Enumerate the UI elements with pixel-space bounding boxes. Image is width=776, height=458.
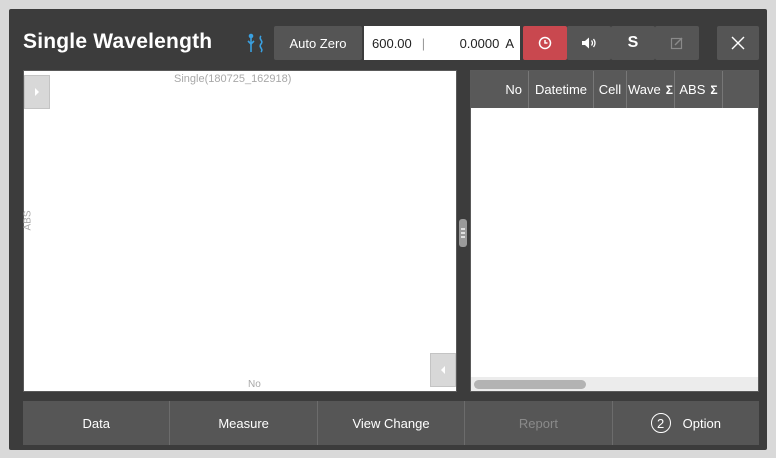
timer-button[interactable] [523, 26, 567, 60]
sigma-icon: Σ [710, 82, 718, 97]
column-header-partial[interactable] [723, 71, 758, 108]
results-table: No Datetime Cell Wave Σ ABS Σ [470, 70, 759, 392]
data-button[interactable]: Data [23, 401, 171, 445]
close-icon [731, 36, 745, 50]
bottom-toolbar: Data Measure View Change Report 2 Option [23, 401, 760, 445]
app-window: Single Wavelength Auto Zero 600.00 | 0.0… [9, 9, 767, 450]
chart-area[interactable]: Single(180725_162918) ABS No [23, 70, 457, 392]
option-number-badge: 2 [650, 413, 671, 433]
column-header-abs[interactable]: ABS Σ [675, 71, 723, 108]
measure-button[interactable]: Measure [170, 401, 318, 445]
table-header: No Datetime Cell Wave Σ ABS Σ [471, 71, 758, 108]
absorbance-readout: 0.0000 A [440, 26, 520, 60]
edit-button[interactable] [655, 26, 699, 60]
text-cursor: | [421, 35, 426, 51]
y-axis-label: ABS [22, 210, 34, 231]
expand-panel-button[interactable] [24, 75, 50, 109]
expand-arrow-icon [35, 88, 39, 96]
collapse-panel-button[interactable] [430, 353, 456, 387]
scrollbar-thumb[interactable] [474, 380, 586, 389]
column-header-no[interactable]: No [471, 71, 529, 108]
page-title: Single Wavelength [23, 30, 213, 53]
panel-splitter-handle[interactable] [459, 219, 467, 247]
x-axis-label: No [248, 379, 261, 390]
wavelength-value: 600.00 [372, 35, 412, 51]
absorbance-unit: A [505, 35, 514, 51]
option-button[interactable]: 2 Option [612, 401, 760, 445]
edit-icon [670, 37, 683, 50]
wavelength-field[interactable]: 600.00 | [364, 26, 440, 60]
horizontal-scrollbar[interactable] [471, 377, 758, 391]
absorbance-value: 0.0000 [459, 35, 500, 51]
collapse-arrow-icon [441, 366, 445, 374]
speaker-icon [582, 37, 596, 49]
sound-button[interactable] [567, 26, 611, 60]
column-header-cell[interactable]: Cell [594, 71, 627, 108]
sigma-icon: Σ [665, 82, 673, 97]
usb-icon [245, 33, 269, 55]
timer-icon [538, 36, 552, 50]
column-header-wave[interactable]: Wave Σ [627, 71, 675, 108]
report-button[interactable]: Report [465, 401, 613, 445]
option-label: Option [682, 415, 721, 431]
auto-zero-button[interactable]: Auto Zero [274, 26, 362, 60]
chart-title: Single(180725_162918) [174, 73, 292, 85]
column-header-datetime[interactable]: Datetime [529, 71, 594, 108]
close-button[interactable] [717, 26, 759, 60]
s-button[interactable]: S [611, 26, 655, 60]
view-change-button[interactable]: View Change [317, 401, 466, 445]
